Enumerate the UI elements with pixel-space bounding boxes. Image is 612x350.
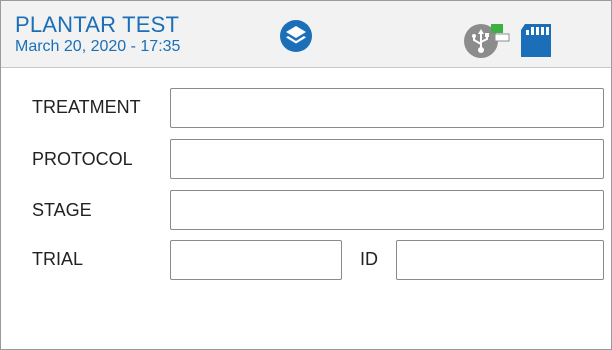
layers-icon[interactable] xyxy=(279,19,313,53)
protocol-field[interactable] xyxy=(170,139,604,179)
id-field[interactable] xyxy=(396,240,604,280)
page-title: PLANTAR TEST xyxy=(15,12,180,37)
treatment-field[interactable] xyxy=(170,88,604,128)
stage-field[interactable] xyxy=(170,190,604,230)
stage-label: STAGE xyxy=(32,200,92,220)
sd-card-icon[interactable] xyxy=(519,21,557,59)
id-label: ID xyxy=(360,249,378,269)
date-time: March 20, 2020 - 17:35 xyxy=(15,38,181,55)
plantar-test-screen: PLANTAR TEST March 20, 2020 - 17:35 TREA… xyxy=(0,0,612,350)
trial-label: TRIAL xyxy=(32,249,84,269)
trial-field[interactable] xyxy=(170,240,342,280)
protocol-label: PROTOCOL xyxy=(32,149,133,169)
header-bar: PLANTAR TEST March 20, 2020 - 17:35 xyxy=(1,1,611,68)
usb-icon[interactable] xyxy=(461,20,511,60)
treatment-label: TREATMENT xyxy=(32,97,141,117)
